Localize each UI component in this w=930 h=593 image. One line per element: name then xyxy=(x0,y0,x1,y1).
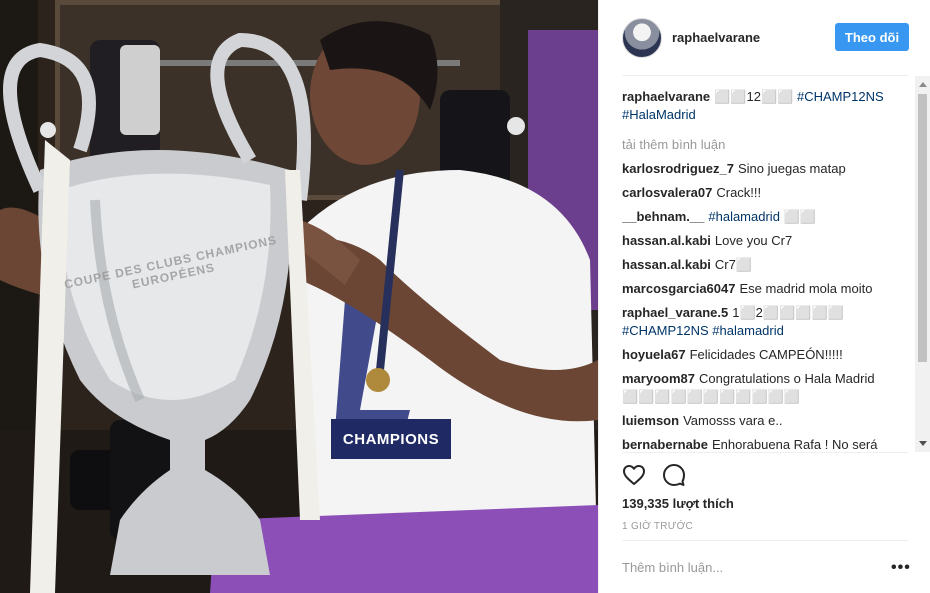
list-item: karlosrodriguez_7 Sino juegas matap xyxy=(622,160,912,178)
list-item: __behnam.__ #halamadrid ⬜⬜ xyxy=(622,208,912,226)
comment-text: Cr7⬜ xyxy=(714,257,753,272)
comment-username[interactable]: karlosrodriguez_7 xyxy=(622,161,734,176)
list-item: raphael_varane.5 1⬜2⬜⬜⬜⬜⬜ #CHAMP12NS #hal… xyxy=(622,304,912,340)
comment-text: Crack!!! xyxy=(716,185,762,200)
comment-username[interactable]: carlosvalera07 xyxy=(622,185,712,200)
comment-username[interactable]: luiemson xyxy=(622,413,679,428)
comment-username[interactable]: hoyuela67 xyxy=(622,347,686,362)
comment-text: Ese madrid mola moito xyxy=(739,281,873,296)
scroll-up-arrow-icon[interactable] xyxy=(919,82,927,87)
caption-hashtag-2[interactable]: #HalaMadrid xyxy=(622,107,696,122)
caption-username[interactable]: raphaelvarane xyxy=(622,89,710,104)
caption-hashtag-1[interactable]: #CHAMP12NS xyxy=(797,89,884,104)
comment-username[interactable]: marcosgarcia6047 xyxy=(622,281,735,296)
post-photo[interactable]: COUPE DES CLUBS CHAMPIONS EUROPÉENS CHAM… xyxy=(0,0,598,593)
divider xyxy=(622,75,908,76)
comment-text: Enhorabuena Rafa ! No será xyxy=(711,437,878,450)
comment-bubble-icon-graphic xyxy=(663,464,685,486)
comment-text: Felicidades CAMPEÓN!!!!! xyxy=(689,347,843,362)
post-timestamp[interactable]: 1 GIỜ TRƯỚC xyxy=(622,521,693,532)
comment-username[interactable]: maryoom87 xyxy=(622,371,695,386)
comments-list[interactable]: raphaelvarane ⬜⬜12⬜⬜ #CHAMP12NS #HalaMadr… xyxy=(622,88,912,450)
comment-text: Sino juegas matap xyxy=(738,161,846,176)
comment-username[interactable]: hassan.al.kabi xyxy=(622,257,711,272)
heart-icon[interactable] xyxy=(622,463,646,487)
list-item: bernabernabe Enhorabuena Rafa ! No será xyxy=(622,436,912,450)
comments-scrollbar[interactable] xyxy=(915,76,930,452)
post-username[interactable]: raphaelvarane xyxy=(672,30,760,45)
caption: raphaelvarane ⬜⬜12⬜⬜ #CHAMP12NS #HalaMadr… xyxy=(622,88,912,124)
divider xyxy=(622,540,908,541)
list-item: hassan.al.kabi Love you Cr7 xyxy=(622,232,912,250)
list-item: marcosgarcia6047 Ese madrid mola moito xyxy=(622,280,912,298)
avatar[interactable] xyxy=(622,17,662,58)
comment-bubble-icon[interactable] xyxy=(662,463,686,487)
load-more-comments-link[interactable]: tải thêm bình luận xyxy=(622,136,912,154)
comment-hashtag[interactable]: #halamadrid xyxy=(708,209,780,224)
caption-text: ⬜⬜12⬜⬜ xyxy=(714,89,797,104)
comment-text: Love you Cr7 xyxy=(714,233,793,248)
comment-text: 1⬜2⬜⬜⬜⬜⬜ xyxy=(732,305,844,320)
comment-hashtag[interactable]: #CHAMP12NS #halamadrid xyxy=(622,323,784,338)
divider xyxy=(622,452,908,453)
list-item: luiemson Vamosss vara e.. xyxy=(622,412,912,430)
list-item: hoyuela67 Felicidades CAMPEÓN!!!!! xyxy=(622,346,912,364)
shirt-print-champions: CHAMPIONS xyxy=(331,419,451,459)
action-bar xyxy=(622,463,686,487)
heart-icon-graphic xyxy=(623,465,645,485)
comment-username[interactable]: hassan.al.kabi xyxy=(622,233,711,248)
list-item: hassan.al.kabi Cr7⬜ xyxy=(622,256,912,274)
comment-text: ⬜⬜ xyxy=(779,209,816,224)
scroll-down-arrow-icon[interactable] xyxy=(919,441,927,446)
list-item: carlosvalera07 Crack!!! xyxy=(622,184,912,202)
more-options-icon[interactable]: ••• xyxy=(891,560,911,576)
list-item: maryoom87 Congratulations o Hala Madrid ⬜… xyxy=(622,370,912,406)
scrollbar-thumb[interactable] xyxy=(918,94,927,362)
likes-count[interactable]: 139,335 lượt thích xyxy=(622,496,734,511)
comment-username[interactable]: bernabernabe xyxy=(622,437,708,450)
comment-text: Vamosss vara e.. xyxy=(683,413,783,428)
add-comment-input[interactable] xyxy=(622,560,872,575)
comment-username[interactable]: __behnam.__ xyxy=(622,209,704,224)
post-side-panel: raphaelvarane Theo dõi raphaelvarane ⬜⬜12… xyxy=(598,0,930,593)
comment-username[interactable]: raphael_varane.5 xyxy=(622,305,728,320)
follow-button[interactable]: Theo dõi xyxy=(835,23,909,51)
